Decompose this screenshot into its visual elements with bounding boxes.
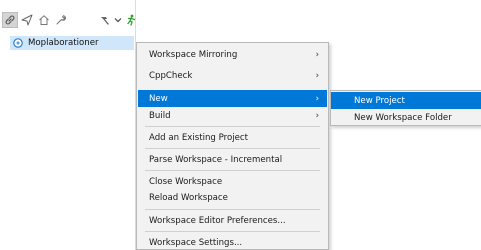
menu-item-label: Workspace Editor Preferences... (149, 215, 286, 226)
menu-item-label: Add an Existing Project (149, 132, 248, 143)
menu-separator (145, 209, 320, 210)
workspace-view-panel: Moplaborationer (0, 0, 136, 250)
menu-item-label: CppCheck (149, 70, 193, 81)
chevron-right-icon: › (315, 49, 319, 60)
menu-item-label: Reload Workspace (149, 192, 228, 203)
chevron-right-icon: › (315, 110, 319, 121)
chevron-right-icon: › (315, 93, 319, 104)
menu-item-parse-workspace[interactable]: Parse Workspace - Incremental (138, 151, 327, 168)
link-icon[interactable] (2, 12, 18, 28)
menu-separator (145, 170, 320, 171)
chevron-down-icon[interactable] (113, 12, 123, 28)
menu-separator (145, 126, 320, 127)
menu-item-workspace-settings[interactable]: Workspace Settings... (138, 234, 327, 250)
send-icon[interactable] (19, 12, 35, 28)
new-submenu: New Project New Workspace Folder (330, 90, 481, 126)
workspace-tree-item[interactable]: Moplaborationer (10, 36, 134, 50)
menu-item-cppcheck[interactable]: CppCheck › (138, 67, 327, 84)
menu-item-workspace-mirroring[interactable]: Workspace Mirroring › (138, 46, 327, 63)
workspace-context-menu: Workspace Mirroring › CppCheck › New › B… (136, 42, 329, 250)
menu-item-close-workspace[interactable]: Close Workspace (138, 173, 327, 190)
menu-item-build[interactable]: Build › (138, 107, 327, 124)
home-icon[interactable] (36, 12, 52, 28)
hammer-icon[interactable] (96, 12, 112, 28)
workspace-toolbar (0, 10, 170, 30)
menu-item-label: Workspace Mirroring (149, 49, 238, 60)
menu-item-editor-preferences[interactable]: Workspace Editor Preferences... (138, 212, 327, 229)
menu-item-label: New (149, 93, 168, 104)
workspace-icon (13, 38, 23, 48)
menu-separator (145, 231, 320, 232)
chevron-right-icon: › (315, 70, 319, 81)
menu-item-new-workspace-folder[interactable]: New Workspace Folder (331, 109, 481, 126)
menu-item-label: Workspace Settings... (149, 237, 243, 248)
menu-item-new-project[interactable]: New Project (331, 92, 481, 109)
wrench-icon[interactable] (53, 12, 69, 28)
menu-item-new[interactable]: New › (138, 90, 327, 107)
menu-item-add-existing-project[interactable]: Add an Existing Project (138, 129, 327, 146)
menu-separator (145, 148, 320, 149)
menu-item-label: Parse Workspace - Incremental (149, 154, 283, 165)
menu-item-label: Build (149, 110, 171, 121)
menu-item-label: Close Workspace (149, 176, 223, 187)
run-icon[interactable] (123, 12, 139, 28)
workspace-tree-label: Moplaborationer (28, 38, 99, 48)
menu-item-reload-workspace[interactable]: Reload Workspace (138, 189, 327, 206)
